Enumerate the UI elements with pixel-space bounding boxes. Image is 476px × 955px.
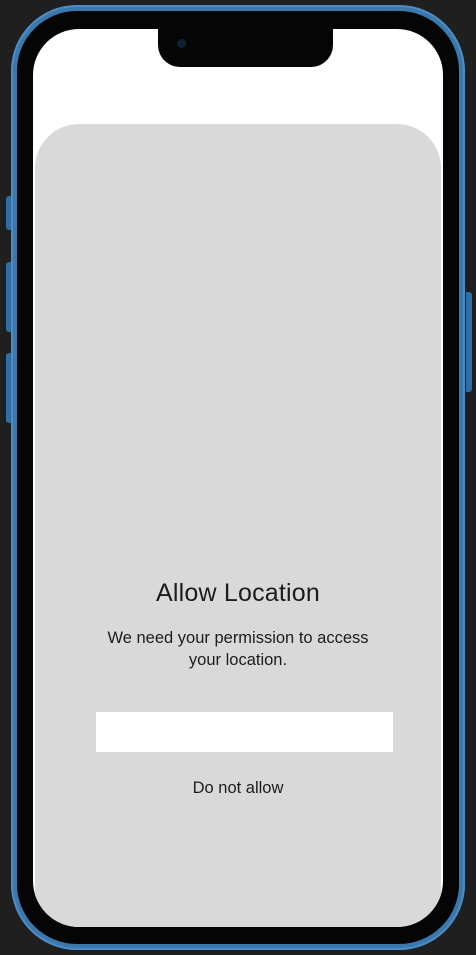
permission-message: We need your permission to access your l… xyxy=(107,629,369,669)
device-stage: Allow Location We need your permission t… xyxy=(0,0,476,955)
front-camera-icon xyxy=(177,39,186,48)
phone-frame: Allow Location We need your permission t… xyxy=(11,5,465,950)
phone-screen: Allow Location We need your permission t… xyxy=(33,29,443,927)
do-not-allow-button[interactable]: Do not allow xyxy=(35,779,441,798)
location-permission-sheet: Allow Location We need your permission t… xyxy=(35,124,441,927)
allow-button[interactable] xyxy=(96,712,393,752)
power-button xyxy=(466,292,472,392)
phone-bezel: Allow Location We need your permission t… xyxy=(17,11,459,944)
permission-title: Allow Location xyxy=(155,579,320,607)
notch xyxy=(158,29,333,67)
